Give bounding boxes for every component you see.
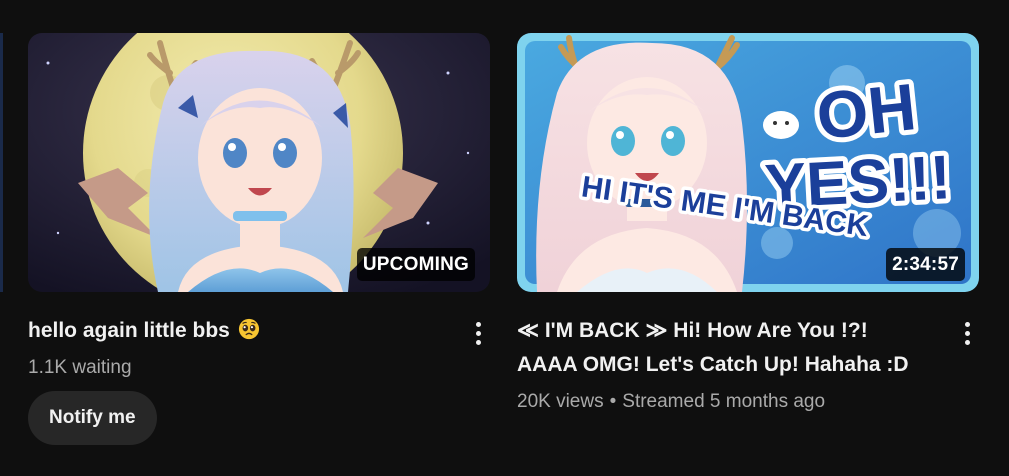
separator-dot: • [609,391,617,412]
video-stats: 20K views • Streamed 5 months ago [517,390,935,414]
notify-me-button[interactable]: Notify me [28,391,157,445]
video-card-streamed: OH OH YES!!! YES!!! HI IT'S ME I'M BACK … [517,33,979,414]
video-grid: UPCOMING hello again little bbs 1.1K wai… [0,0,1009,476]
video-title[interactable]: hello again little bbs [28,314,446,348]
view-count: 20K views [517,391,604,412]
video-card-upcoming: UPCOMING hello again little bbs 1.1K wai… [28,33,490,445]
waiting-count: 1.1K waiting [28,357,132,378]
video-title-line-2: AAAA OMG! Let's Catch Up! Hahaha :D [517,353,909,376]
pleading-face-icon [238,318,259,340]
video-title-text: hello again little bbs [28,319,230,342]
thumbnail-text-oh-fill: OH [813,69,919,153]
streamed-date: Streamed 5 months ago [622,391,826,412]
video-title[interactable]: ≪ I'M BACK ≫ Hi! How Are You !?! AAAA OMG… [517,314,935,382]
upcoming-badge: UPCOMING [356,248,475,281]
video-details: hello again little bbs 1.1K waiting Noti… [28,314,490,445]
previous-thumbnail-edge[interactable] [0,33,3,292]
video-thumbnail[interactable]: OH OH YES!!! YES!!! HI IT'S ME I'M BACK … [517,33,979,292]
video-details: ≪ I'M BACK ≫ Hi! How Are You !?! AAAA OMG… [517,314,979,414]
video-title-line-1: ≪ I'M BACK ≫ Hi! How Are You !?! [517,319,868,342]
more-actions-icon[interactable] [955,319,979,349]
duration-badge: 2:34:57 [886,248,965,281]
video-thumbnail[interactable]: UPCOMING [28,33,490,292]
more-actions-icon[interactable] [466,319,490,349]
